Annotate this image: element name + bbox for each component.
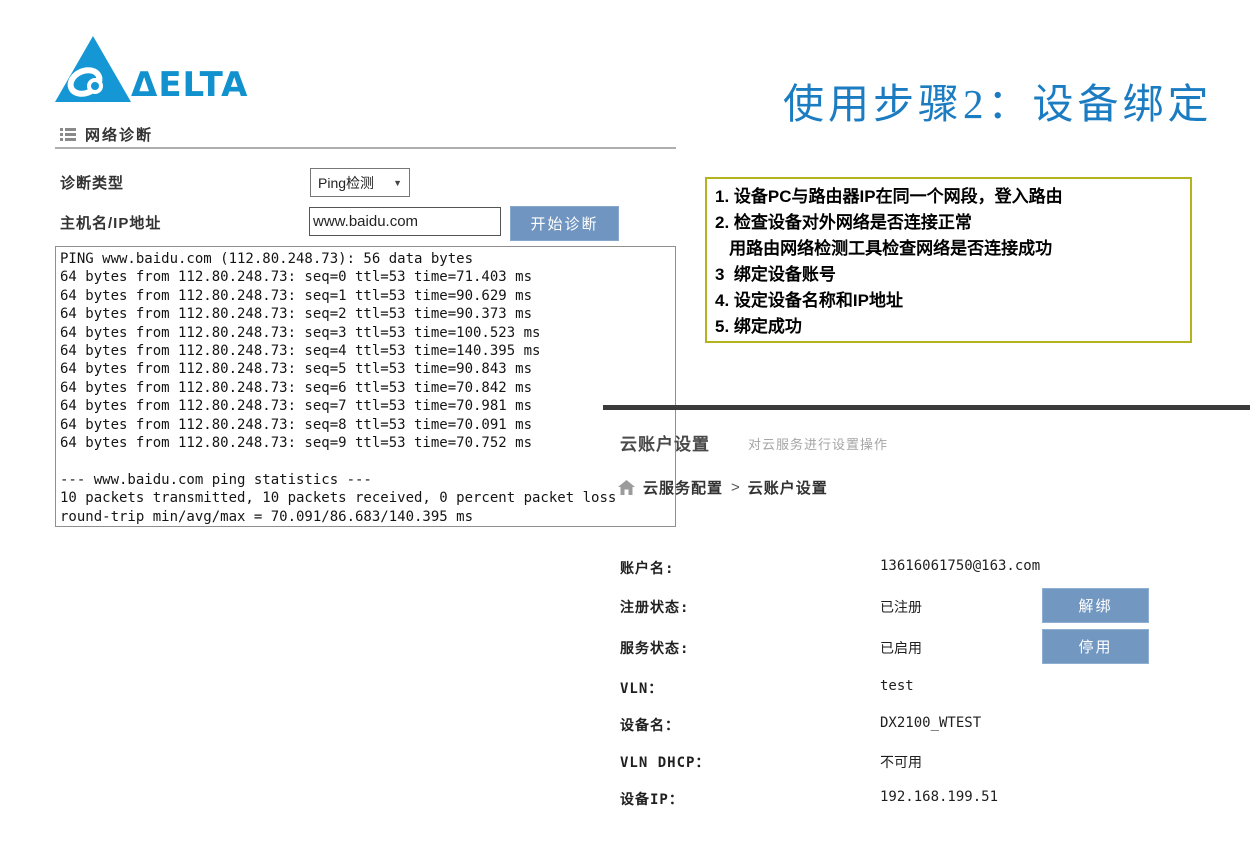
delta-logo: ΔELTA <box>55 33 255 107</box>
service-status-value: 已启用 <box>880 638 922 658</box>
unbind-button[interactable]: 解绑 <box>1042 588 1149 623</box>
service-status-label: 服务状态: <box>620 638 689 658</box>
section-title: 网络诊断 <box>85 124 153 145</box>
device-ip-value: 192.168.199.51 <box>880 789 998 805</box>
register-status-label: 注册状态: <box>620 597 689 617</box>
brand-text: ΔELTA <box>131 65 248 105</box>
list-icon <box>60 128 76 141</box>
home-icon[interactable] <box>618 480 635 496</box>
ping-output: PING www.baidu.com (112.80.248.73): 56 d… <box>55 246 676 527</box>
breadcrumb-separator: > <box>731 479 740 496</box>
panel-divider <box>603 405 1250 410</box>
steps-box: 1. 设备PC与路由器IP在同一个网段，登入路由 2. 检查设备对外网络是否连接… <box>705 177 1192 343</box>
breadcrumb-item-cloud-account[interactable]: 云账户设置 <box>748 477 828 498</box>
breadcrumb: 云服务配置 > 云账户设置 <box>618 477 828 498</box>
account-name-label: 账户名: <box>620 558 674 578</box>
account-name-value: 13616061750@163.com <box>880 558 1040 574</box>
diag-type-label: 诊断类型 <box>60 172 124 193</box>
page-title: 使用步骤2：设备绑定 <box>783 70 1213 130</box>
vln-value: test <box>880 678 914 694</box>
cloud-panel-subtitle: 对云服务进行设置操作 <box>748 434 888 453</box>
device-name-value: DX2100_WTEST <box>880 715 981 731</box>
device-name-label: 设备名： <box>620 715 680 735</box>
diag-type-selected-value: Ping检测 <box>318 173 374 193</box>
chevron-down-icon: ▼ <box>393 178 402 188</box>
section-divider <box>55 147 676 149</box>
host-input[interactable] <box>309 207 501 236</box>
start-diagnosis-button[interactable]: 开始诊断 <box>510 206 619 241</box>
breadcrumb-item-cloud-config[interactable]: 云服务配置 <box>643 477 723 498</box>
device-ip-label: 设备IP： <box>620 789 684 809</box>
diag-type-select[interactable]: Ping检测 ▼ <box>310 168 410 197</box>
cloud-panel-title: 云账户设置 <box>620 430 710 455</box>
delta-triangle-icon <box>55 36 131 104</box>
network-diag-header: 网络诊断 <box>60 124 153 145</box>
vln-dhcp-value: 不可用 <box>880 752 922 772</box>
disable-button[interactable]: 停用 <box>1042 629 1149 664</box>
vln-dhcp-label: VLN DHCP： <box>620 752 710 772</box>
slide-canvas: ΔELTA 使用步骤2：设备绑定 网络诊断 诊断类型 Ping检测 ▼ 主机名/… <box>0 0 1250 852</box>
vln-label: VLN： <box>620 678 663 698</box>
register-status-value: 已注册 <box>880 597 922 617</box>
host-label: 主机名/IP地址 <box>60 212 161 233</box>
